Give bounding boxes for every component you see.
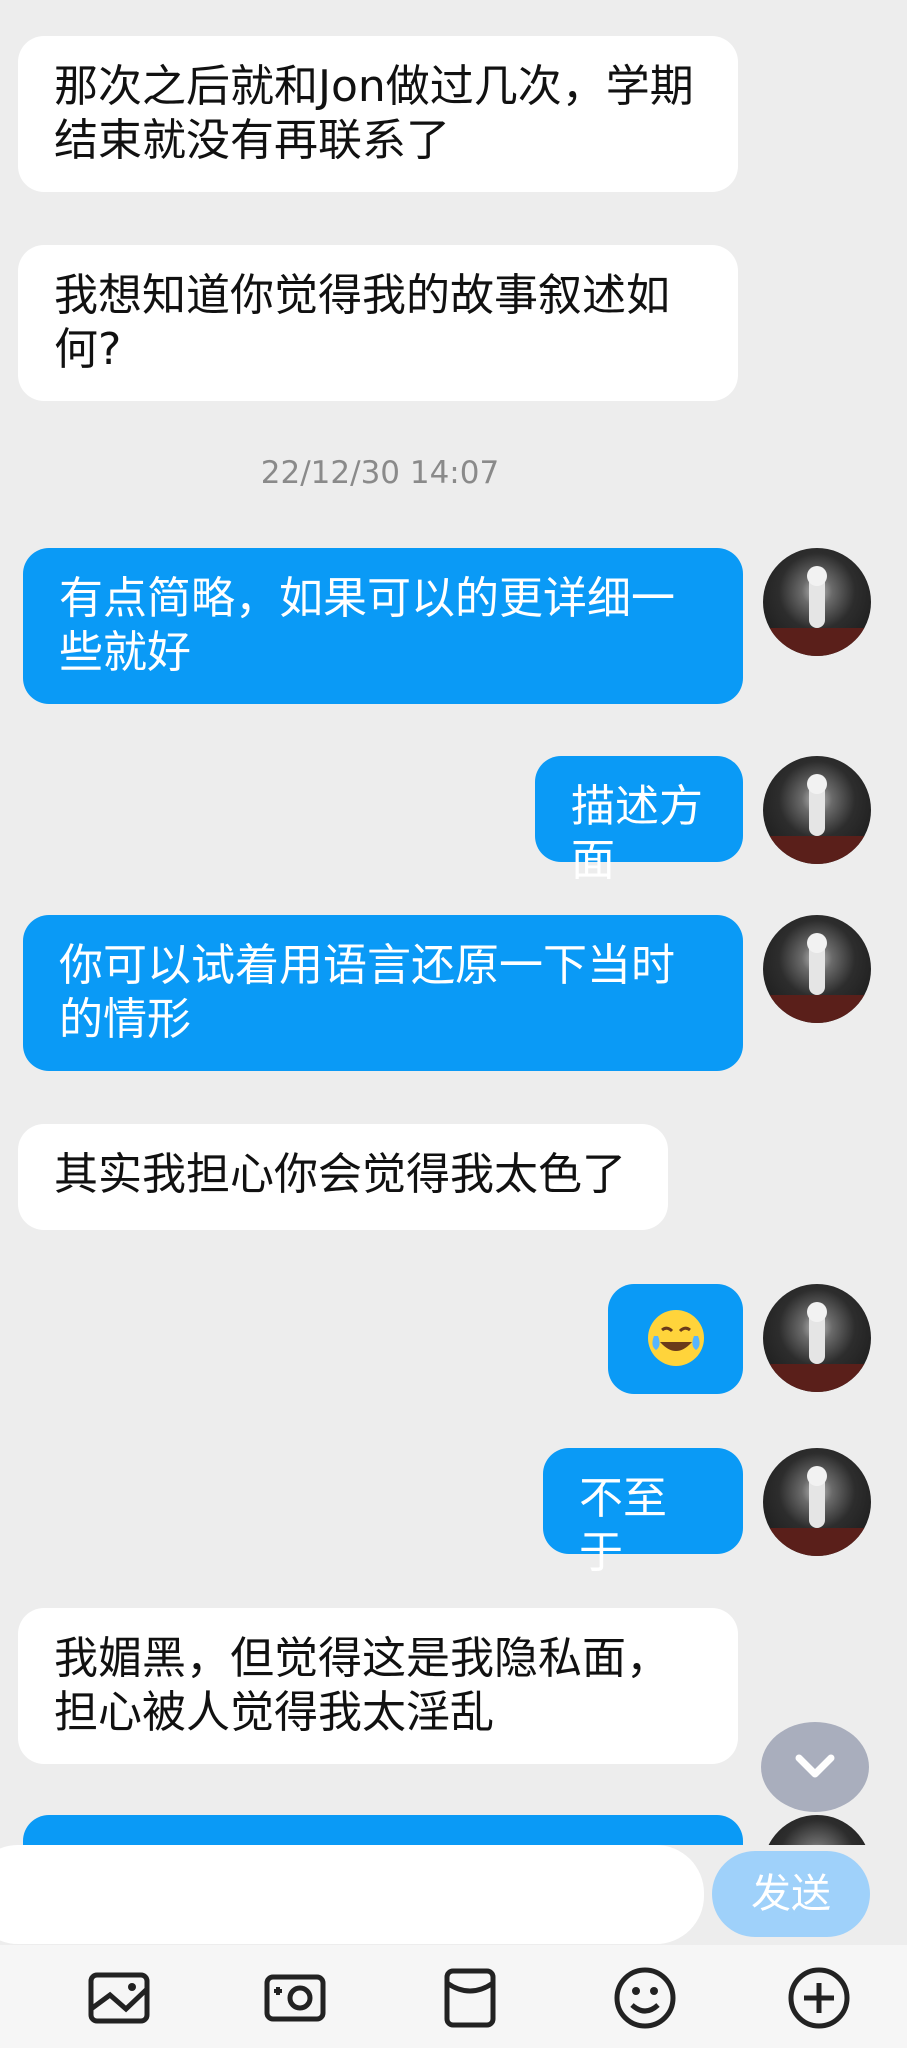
outgoing-message-bubble[interactable]: 有点简略，如果可以的更详细一些就好: [23, 548, 743, 704]
avatar[interactable]: [763, 548, 871, 656]
outgoing-message-bubble[interactable]: [608, 1284, 743, 1394]
send-button[interactable]: 发送: [712, 1851, 870, 1937]
chevron-down-icon: [795, 1754, 835, 1778]
avatar[interactable]: [763, 1284, 871, 1392]
avatar[interactable]: [763, 756, 871, 864]
input-bar: 发送: [0, 1845, 907, 1945]
chat-message-list[interactable]: 那次之后就和Jon做过几次，学期结束就没有再联系了 我想知道你觉得我的故事叙述如…: [0, 0, 907, 1845]
input-toolbar: [0, 1945, 907, 2048]
outgoing-message-bubble[interactable]: [23, 1815, 743, 1845]
incoming-message-bubble[interactable]: 我媚黑，但觉得这是我隐私面，担心被人觉得我太淫乱: [18, 1608, 738, 1764]
avatar[interactable]: [763, 1448, 871, 1556]
avatar[interactable]: [763, 1815, 871, 1845]
incoming-message-bubble[interactable]: 其实我担心你会觉得我太色了: [18, 1124, 668, 1230]
red-packet-icon[interactable]: [437, 1965, 503, 2031]
scroll-down-button[interactable]: [761, 1722, 869, 1812]
outgoing-message-bubble[interactable]: 你可以试着用语言还原一下当时的情形: [23, 915, 743, 1071]
incoming-message-bubble[interactable]: 我想知道你觉得我的故事叙述如何?: [18, 245, 738, 401]
avatar[interactable]: [763, 915, 871, 1023]
camera-icon[interactable]: [262, 1965, 328, 2031]
message-input[interactable]: [0, 1845, 704, 1944]
laughing-tears-emoji: [647, 1310, 704, 1366]
emoji-icon[interactable]: [612, 1965, 678, 2031]
image-icon[interactable]: [86, 1965, 152, 2031]
outgoing-message-bubble[interactable]: 描述方面: [535, 756, 743, 886]
outgoing-message-bubble[interactable]: 不至于: [543, 1448, 743, 1578]
message-timestamp: 22/12/30 14:07: [260, 455, 500, 491]
plus-icon[interactable]: [786, 1965, 852, 2031]
incoming-message-bubble[interactable]: 那次之后就和Jon做过几次，学期结束就没有再联系了: [18, 36, 738, 192]
